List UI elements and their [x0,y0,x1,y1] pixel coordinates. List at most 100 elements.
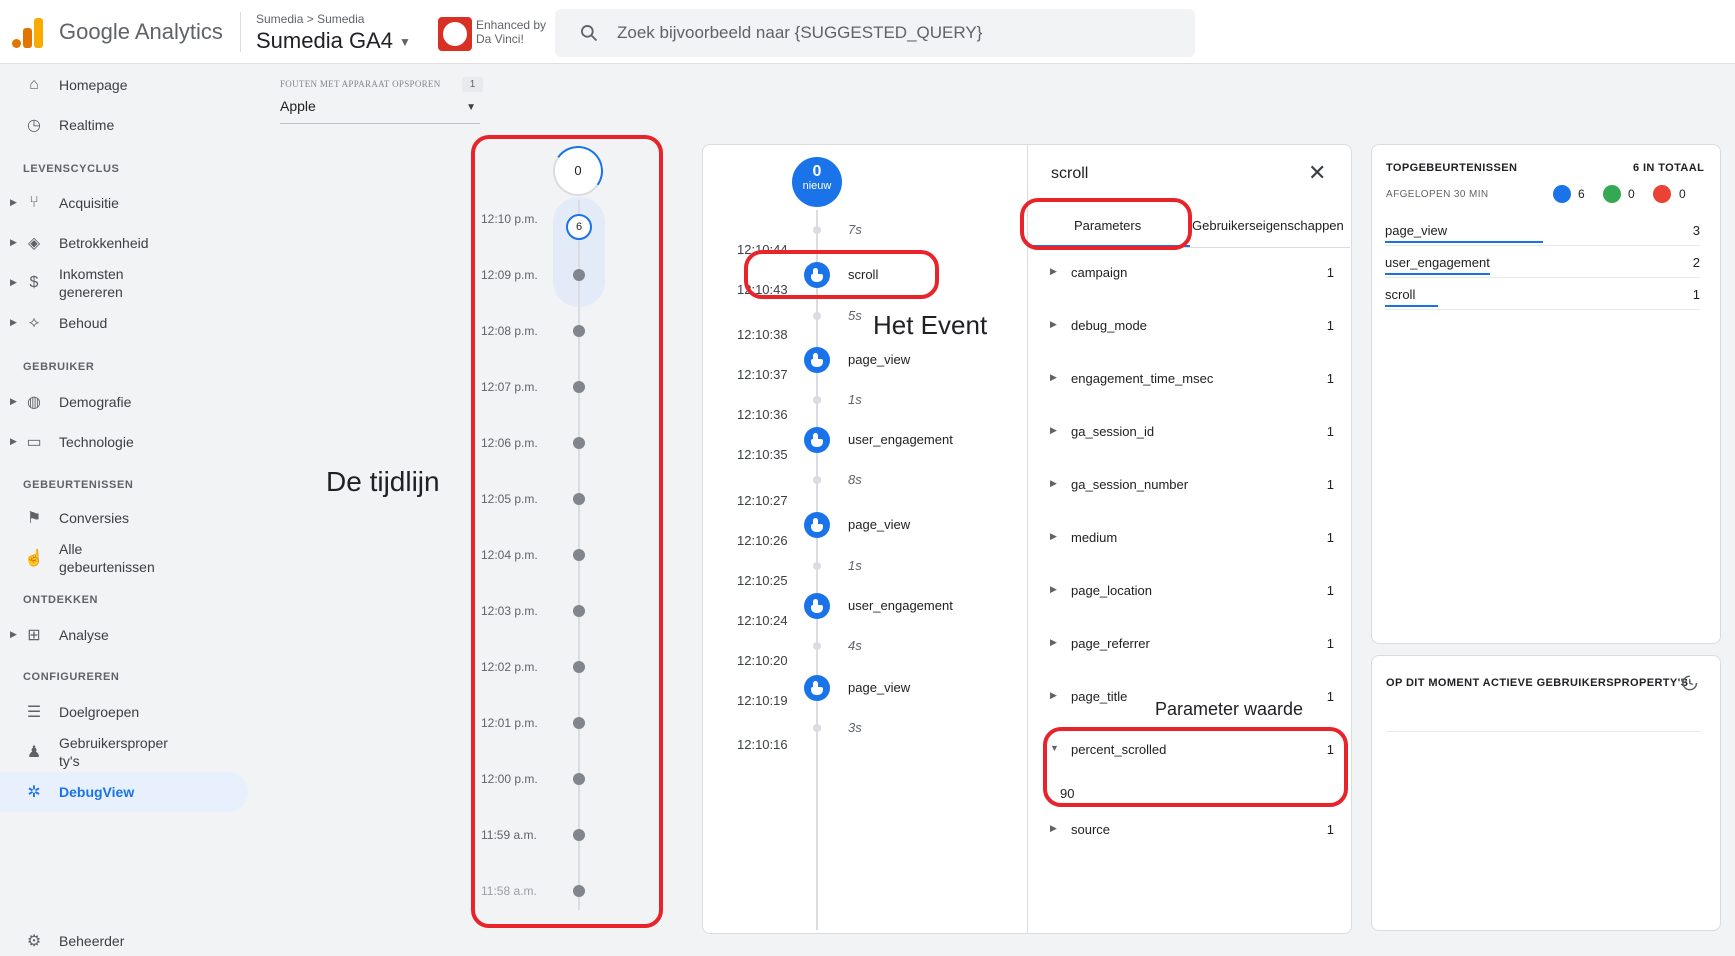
sidebar-item-acquisitie[interactable]: ▶ ⑂ Acquisitie [0,183,248,223]
top-event-separator [1385,309,1700,310]
event-touch-icon[interactable] [804,593,830,619]
breadcrumb-account[interactable]: Sumedia [256,12,303,26]
annotation-timeline: De tijdlijn [326,466,440,497]
event-touch-icon[interactable] [804,675,830,701]
new-events-badge[interactable]: 0 nieuw [792,157,842,207]
parameter-count: 1 [1326,371,1334,386]
acquisition-icon: ⑂ [29,194,39,211]
da-vinci-logo-icon [438,17,472,51]
globe-icon: ◍ [27,394,41,411]
sidebar-item-label: Gebruikersproper ty's [59,734,168,770]
sidebar-item-label: Conversies [59,510,130,526]
stream-duration: 5s [848,308,862,323]
stream-gap-dot [813,642,821,650]
parameter-row[interactable]: ▶ source 1 [1050,820,1340,842]
event-type-icon [1553,185,1571,203]
property-name: Sumedia GA4 [256,28,393,53]
expand-caret-icon: ▶ [1050,584,1057,594]
sidebar-item-debugview[interactable]: ✲ DebugView [0,772,248,812]
retention-icon: ⟡ [28,314,40,331]
stream-timestamp: 12:10:27 [737,493,788,508]
expand-caret-icon: ▶ [1050,372,1057,382]
bug-icon: ✲ [27,784,41,801]
device-select[interactable]: Apple ▼ [280,98,480,124]
parameter-row[interactable]: ▶ medium 1 [1050,528,1340,550]
stream-duration: 1s [848,558,862,573]
stream-duration: 4s [848,638,862,653]
sidebar-item-behoud[interactable]: ▶ ⟡ Behoud [0,303,248,343]
sidebar-item-inkomsten[interactable]: ▶ $ Inkomsten genereren [0,263,248,303]
annotation-box-parameters [1020,198,1192,250]
sidebar-nav: ⌂ Homepage ◷ Realtime LEVENSCYCLUS ▶ ⑂ A… [0,64,250,956]
top-event-count: 1 [1692,287,1700,302]
product-name: Google Analytics [59,19,223,44]
sidebar-item-technologie[interactable]: ▶ ▭ Technologie [0,422,248,462]
parameter-count: 1 [1326,265,1334,280]
sidebar-item-homepage[interactable]: ⌂ Homepage [0,65,248,105]
expand-arrow-icon: ▶ [10,197,17,207]
expand-arrow-icon: ▶ [10,277,17,287]
top-event-share-bar [1385,305,1438,307]
parameter-row[interactable]: ▶ ga_session_id 1 [1050,422,1340,444]
analysis-icon: ⊞ [27,627,41,644]
event-touch-icon[interactable] [804,347,830,373]
top-event-row[interactable]: page_view 3 [1385,221,1700,246]
parameter-row[interactable]: ▶ campaign 1 [1050,263,1340,285]
annotation-event: Het Event [873,310,988,340]
top-event-name: scroll [1385,287,1416,302]
active-user-properties-card [1371,655,1721,931]
expand-arrow-icon: ▶ [10,237,17,247]
event-name[interactable]: page_view [848,517,910,532]
event-name[interactable]: user_engagement [848,432,953,447]
search-input[interactable] [617,19,1157,47]
event-count: 6 [1578,187,1585,201]
sidebar-item-betrokkenheid[interactable]: ▶ ◈ Betrokkenheid [0,223,248,263]
conversion-flag-icon [1603,185,1621,203]
parameter-row[interactable]: ▶ page_location 1 [1050,581,1340,603]
breadcrumb-property[interactable]: Sumedia [317,12,364,26]
analytics-logo-icon[interactable] [12,16,43,48]
parameter-row[interactable]: ▶ ga_session_number 1 [1050,475,1340,497]
event-name[interactable]: page_view [848,352,910,367]
top-event-row[interactable]: user_engagement 2 [1385,253,1700,278]
sidebar-item-beheerder[interactable]: ⚙ Beheerder [0,921,248,956]
user-property-icon: ♟ [26,744,42,761]
sidebar-item-label-line1: Gebruikersproper [59,735,168,751]
top-event-count: 2 [1692,255,1700,270]
close-icon[interactable]: ✕ [1308,160,1326,186]
parameter-count: 1 [1326,318,1334,333]
parameter-row[interactable]: ▶ debug_mode 1 [1050,316,1340,338]
sidebar-item-doelgroepen[interactable]: ☰ Doelgroepen [0,692,248,732]
parameter-name: page_location [1071,583,1152,598]
tab-user-properties[interactable]: Gebruikerseigenschappen [1192,218,1344,233]
parameter-row[interactable]: ▶ engagement_time_msec 1 [1050,369,1340,391]
search-bar[interactable] [555,9,1195,57]
sidebar-item-conversies[interactable]: ⚑ Conversies [0,498,248,538]
sidebar-item-demografie[interactable]: ▶ ◍ Demografie [0,382,248,422]
parameter-name: ga_session_id [1071,424,1155,439]
sidebar-item-alle-gebeurtenissen[interactable]: ☝ Alle gebeurtenissen [0,538,248,578]
breadcrumb[interactable]: Sumedia > Sumedia [256,12,364,26]
expand-arrow-icon: ▶ [10,436,17,446]
device-count-badge: 1 [462,77,483,92]
sidebar-item-label: Analyse [59,627,109,643]
sidebar-item-realtime[interactable]: ◷ Realtime [0,105,248,145]
app-header: Google Analytics Sumedia > Sumedia Sumed… [0,0,1735,64]
sidebar-item-gebruikersproperties[interactable]: ♟ Gebruikersproper ty's [0,732,248,772]
event-touch-icon[interactable] [804,427,830,453]
stream-timestamp: 12:10:26 [737,533,788,548]
section-label-lifecycle: LEVENSCYCLUS [23,163,120,175]
clock-icon: ◷ [27,117,41,134]
parameter-row[interactable]: ▶ page_referrer 1 [1050,634,1340,656]
property-selector[interactable]: Sumedia GA4 ▼ [256,28,411,54]
parameter-count: 1 [1326,636,1334,651]
parameter-name: campaign [1071,265,1128,280]
sidebar-item-analyse[interactable]: ▶ ⊞ Analyse [0,615,248,655]
history-icon[interactable] [1680,674,1698,692]
top-event-row[interactable]: scroll 1 [1385,285,1700,310]
event-name[interactable]: user_engagement [848,598,953,613]
tag-icon: ◈ [27,235,41,252]
event-touch-icon[interactable] [804,512,830,538]
event-name[interactable]: page_view [848,680,910,695]
expand-caret-icon: ▶ [1050,637,1057,647]
